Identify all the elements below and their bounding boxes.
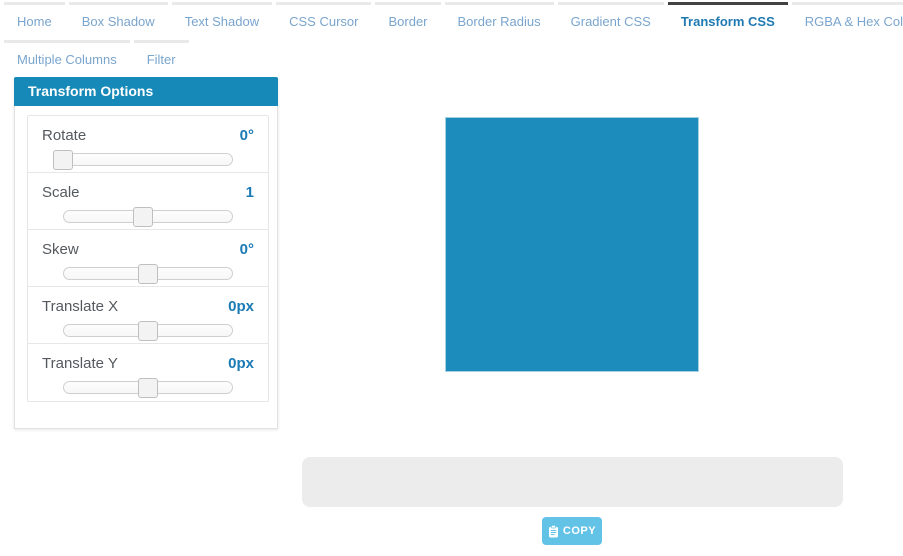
transform-css-generator-page: Home Box Shadow Text Shadow CSS Cursor B… <box>0 0 903 556</box>
panel-body: Rotate 0° Scale 1 <box>15 106 277 428</box>
scale-label: Scale <box>42 184 80 201</box>
translate-x-slider[interactable] <box>63 321 233 341</box>
clipboard-icon <box>548 525 559 538</box>
scale-slider[interactable] <box>63 207 233 227</box>
rotate-value: 0° <box>240 127 254 144</box>
translate-y-slider-handle[interactable] <box>138 378 158 398</box>
tab-border[interactable]: Border <box>375 2 440 39</box>
rotate-slider-track[interactable] <box>63 153 233 166</box>
tab-css-cursor[interactable]: CSS Cursor <box>276 2 371 39</box>
translate-x-label: Translate X <box>42 298 118 315</box>
control-row-skew: Skew 0° <box>28 230 268 287</box>
tab-text-shadow[interactable]: Text Shadow <box>172 2 272 39</box>
control-row-translate-x: Translate X 0px <box>28 287 268 344</box>
transform-options-panel: Transform Options Rotate 0° Scale <box>14 78 278 429</box>
tab-rgba-hex-color[interactable]: RGBA & Hex Color <box>792 2 903 39</box>
rotate-label: Rotate <box>42 127 86 144</box>
skew-value: 0° <box>240 241 254 258</box>
control-row-translate-y: Translate Y 0px <box>28 344 268 401</box>
scale-value: 1 <box>246 184 254 201</box>
translate-y-slider[interactable] <box>63 378 233 398</box>
tab-filter[interactable]: Filter <box>134 40 189 77</box>
tab-home[interactable]: Home <box>4 2 65 39</box>
scale-slider-handle[interactable] <box>133 207 153 227</box>
tab-border-radius[interactable]: Border Radius <box>445 2 554 39</box>
control-row-rotate: Rotate 0° <box>28 116 268 173</box>
skew-slider-handle[interactable] <box>138 264 158 284</box>
tab-multiple-columns[interactable]: Multiple Columns <box>4 40 130 77</box>
translate-x-slider-handle[interactable] <box>138 321 158 341</box>
copy-button-label: COPY <box>563 525 596 537</box>
rotate-slider[interactable] <box>63 150 233 170</box>
rotate-slider-handle[interactable] <box>53 150 73 170</box>
css-output-textarea[interactable] <box>302 457 843 507</box>
main-tab-bar: Home Box Shadow Text Shadow CSS Cursor B… <box>0 2 903 39</box>
skew-label: Skew <box>42 241 79 258</box>
skew-slider[interactable] <box>63 264 233 284</box>
copy-button[interactable]: COPY <box>542 517 602 545</box>
tab-box-shadow[interactable]: Box Shadow <box>69 2 168 39</box>
translate-x-value: 0px <box>228 298 254 315</box>
transform-preview-square <box>445 117 699 372</box>
translate-y-label: Translate Y <box>42 355 118 372</box>
tab-gradient-css[interactable]: Gradient CSS <box>558 2 664 39</box>
main-tab-bar-row2: Multiple Columns Filter <box>0 40 193 77</box>
control-list: Rotate 0° Scale 1 <box>27 115 269 402</box>
panel-title: Transform Options <box>14 77 278 106</box>
control-row-scale: Scale 1 <box>28 173 268 230</box>
tab-transform-css[interactable]: Transform CSS <box>668 2 788 39</box>
translate-y-value: 0px <box>228 355 254 372</box>
